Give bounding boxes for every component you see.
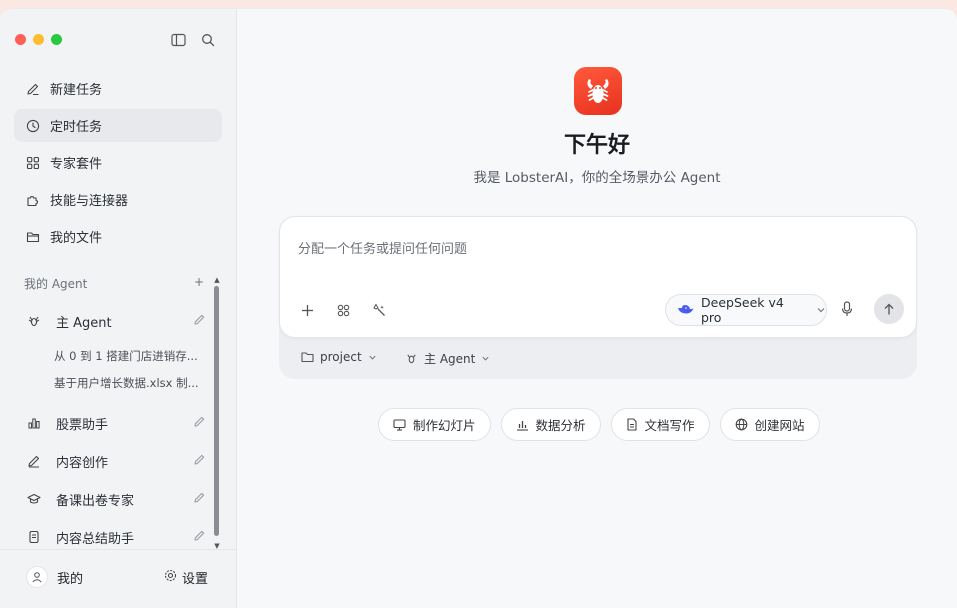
bar-chart-icon [516, 419, 529, 431]
sidebar-scrollbar[interactable]: ▲ ▼ [214, 277, 220, 550]
composer-container: 分配一个任务或提问任何问题 DeepSeek v4 pro project 主 … [279, 216, 917, 379]
maximize-window-button[interactable] [51, 34, 62, 45]
edit-icon[interactable] [193, 453, 206, 470]
monitor-icon [393, 418, 406, 431]
add-agent-button[interactable]: + [194, 275, 204, 292]
pencil-icon [25, 81, 41, 97]
gear-icon [164, 569, 177, 586]
chip-label: 创建网站 [754, 418, 805, 433]
agent-lobster-icon [26, 313, 42, 329]
apps-grid-icon[interactable] [334, 301, 352, 319]
nav-my-files[interactable]: 我的文件 [14, 220, 222, 253]
add-icon[interactable] [298, 301, 316, 319]
send-button[interactable] [874, 294, 904, 324]
profile-label: 我的 [57, 571, 84, 587]
project-label: project [320, 350, 362, 364]
nav-label: 技能与连接器 [50, 194, 129, 209]
agent-label: 股票助手 [56, 417, 109, 433]
agent-label: 主 Agent [56, 315, 112, 331]
document-icon [26, 529, 42, 545]
search-icon[interactable] [200, 32, 216, 48]
settings-label: 设置 [182, 572, 209, 587]
chip-label: 数据分析 [535, 418, 586, 433]
profile-button[interactable]: 我的 [26, 566, 83, 588]
model-selector[interactable]: DeepSeek v4 pro [665, 294, 827, 326]
scrollbar-thumb[interactable] [214, 286, 219, 536]
agent-label: 内容创作 [56, 455, 109, 471]
document-icon [626, 418, 638, 431]
chevron-down-icon [481, 354, 490, 363]
agent-selector[interactable]: 主 Agent [405, 350, 490, 367]
sidebar-nav: 新建任务 定时任务 专家套件 技能与连接器 我的文件 [14, 72, 222, 257]
close-window-button[interactable] [15, 34, 26, 45]
graduation-cap-icon [26, 491, 42, 507]
edit-icon[interactable] [193, 491, 206, 508]
task-input[interactable]: 分配一个任务或提问任何问题 [298, 238, 467, 257]
greeting-subtitle: 我是 LobsterAI，你的全场景办公 Agent [473, 170, 721, 186]
nav-new-task[interactable]: 新建任务 [14, 72, 222, 105]
nav-label: 我的文件 [50, 231, 103, 246]
chevron-down-icon [816, 303, 826, 318]
edit-icon[interactable] [193, 529, 206, 546]
nav-label: 定时任务 [50, 120, 103, 135]
chip-create-website[interactable]: 创建网站 [719, 408, 820, 441]
agent-session-item[interactable]: 从 0 到 1 搭建门店进销存... [14, 342, 212, 369]
agent-session-item[interactable]: 基于用户增长数据.xlsx 制... [14, 369, 212, 396]
agent-section-title: 我的 Agent [24, 277, 88, 291]
minimize-window-button[interactable] [33, 34, 44, 45]
quick-action-chips: 制作幻灯片 数据分析 文档写作 创建网站 [378, 408, 820, 441]
bar-chart-icon [26, 415, 42, 431]
agent-section-header: 我的 Agent + [24, 275, 204, 292]
nav-expert-suite[interactable]: 专家套件 [14, 146, 222, 179]
lobster-logo [574, 67, 622, 115]
chevron-down-icon [368, 353, 377, 362]
globe-icon [735, 418, 748, 431]
grid-icon [25, 155, 41, 171]
settings-button[interactable]: 设置 [164, 568, 208, 587]
avatar [26, 566, 48, 588]
agent-label: 备课出卷专家 [56, 493, 135, 509]
nav-label: 专家套件 [50, 157, 103, 172]
magic-wand-icon[interactable] [370, 301, 388, 319]
agent-exam-expert[interactable]: 备课出卷专家 [14, 482, 212, 516]
pen-icon [26, 453, 42, 469]
main-panel: 下午好 我是 LobsterAI，你的全场景办公 Agent 分配一个任务或提问… [237, 9, 957, 608]
project-selector[interactable]: project [301, 350, 377, 364]
folder-icon [25, 229, 41, 245]
edit-icon[interactable] [193, 415, 206, 432]
chip-make-slides[interactable]: 制作幻灯片 [378, 408, 491, 441]
scroll-up-arrow-icon[interactable]: ▲ [214, 277, 220, 284]
nav-skills-connectors[interactable]: 技能与连接器 [14, 183, 222, 216]
folder-icon [301, 351, 314, 363]
sidebar: 新建任务 定时任务 专家套件 技能与连接器 我的文件 我的 Agent + 主 … [0, 9, 237, 608]
nav-scheduled-tasks[interactable]: 定时任务 [14, 109, 222, 142]
puzzle-icon [25, 192, 41, 208]
agent-content-creation[interactable]: 内容创作 [14, 444, 212, 478]
edit-icon[interactable] [193, 313, 206, 330]
chip-document-writing[interactable]: 文档写作 [610, 408, 710, 441]
deepseek-whale-icon [677, 302, 695, 319]
microphone-icon[interactable] [840, 301, 854, 321]
window-controls [15, 34, 62, 45]
clock-icon [25, 118, 41, 134]
agent-context-label: 主 Agent [424, 352, 476, 366]
model-name: DeepSeek v4 pro [701, 295, 784, 325]
agent-list: 主 Agent 从 0 到 1 搭建门店进销存... 基于用户增长数据.xlsx… [14, 304, 212, 558]
chip-data-analysis[interactable]: 数据分析 [500, 408, 601, 441]
agent-stock-assistant[interactable]: 股票助手 [14, 406, 212, 440]
app-window: 新建任务 定时任务 专家套件 技能与连接器 我的文件 我的 Agent + 主 … [0, 8, 957, 608]
arrow-up-icon [884, 303, 894, 314]
composer: 分配一个任务或提问任何问题 DeepSeek v4 pro [279, 216, 917, 338]
chip-label: 制作幻灯片 [413, 418, 476, 433]
nav-label: 新建任务 [50, 83, 103, 98]
agent-lobster-icon [405, 352, 418, 365]
agent-main[interactable]: 主 Agent [14, 304, 212, 338]
sidebar-toggle-icon[interactable] [170, 32, 186, 48]
sidebar-footer: 我的 设置 [0, 549, 237, 608]
chip-label: 文档写作 [644, 418, 695, 433]
greeting-title: 下午好 [563, 133, 630, 158]
agent-label: 内容总结助手 [56, 531, 135, 547]
